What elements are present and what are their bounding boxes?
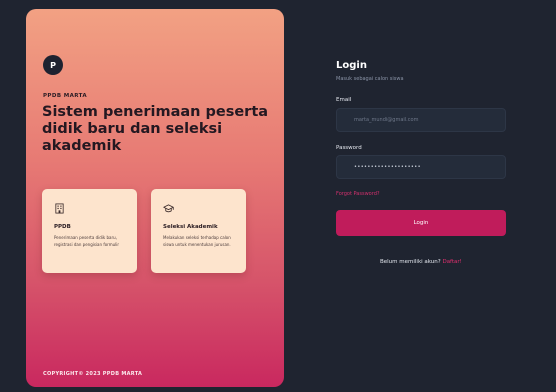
register-prompt-text: Belum memiliki akun? bbox=[380, 259, 441, 265]
login-page: P PPDB MARTA Sistem penerimaan peserta d… bbox=[0, 0, 556, 392]
logo: P bbox=[43, 55, 63, 75]
register-prompt: Belum memiliki akun? Daftar! bbox=[380, 259, 462, 265]
email-label: Email bbox=[336, 97, 352, 103]
hero-panel: P PPDB MARTA Sistem penerimaan peserta d… bbox=[26, 9, 284, 387]
card-description: Penerimaan peserta didik baru, registras… bbox=[54, 235, 120, 247]
card-description: Melakukan seleksi terhadap calon siswa u… bbox=[163, 235, 231, 247]
password-field[interactable] bbox=[336, 155, 506, 179]
login-title: Login bbox=[336, 60, 367, 71]
hero-headline: Sistem penerimaan peserta didik baru dan… bbox=[42, 104, 269, 154]
register-link[interactable]: Daftar! bbox=[442, 259, 461, 265]
brand-name: PPDB MARTA bbox=[43, 93, 88, 99]
building-icon bbox=[55, 203, 64, 214]
feature-card-seleksi-akademik: Seleksi Akademik Melakukan seleksi terha… bbox=[151, 189, 246, 273]
login-button[interactable]: Login bbox=[336, 210, 506, 236]
feature-card-ppdb: PPDB Penerimaan peserta didik baru, regi… bbox=[42, 189, 137, 273]
copyright-text: COPYRIGHT© 2023 PPDB MARTA bbox=[43, 371, 143, 377]
email-field[interactable] bbox=[336, 108, 506, 132]
forgot-password-link[interactable]: Forgot Password? bbox=[336, 191, 380, 197]
login-subtitle: Masuk sebagai calon siswa bbox=[336, 76, 404, 82]
password-label: Password bbox=[336, 145, 362, 151]
graduation-cap-icon bbox=[163, 204, 174, 213]
card-title: PPDB bbox=[54, 224, 71, 230]
card-title: Seleksi Akademik bbox=[163, 224, 218, 230]
